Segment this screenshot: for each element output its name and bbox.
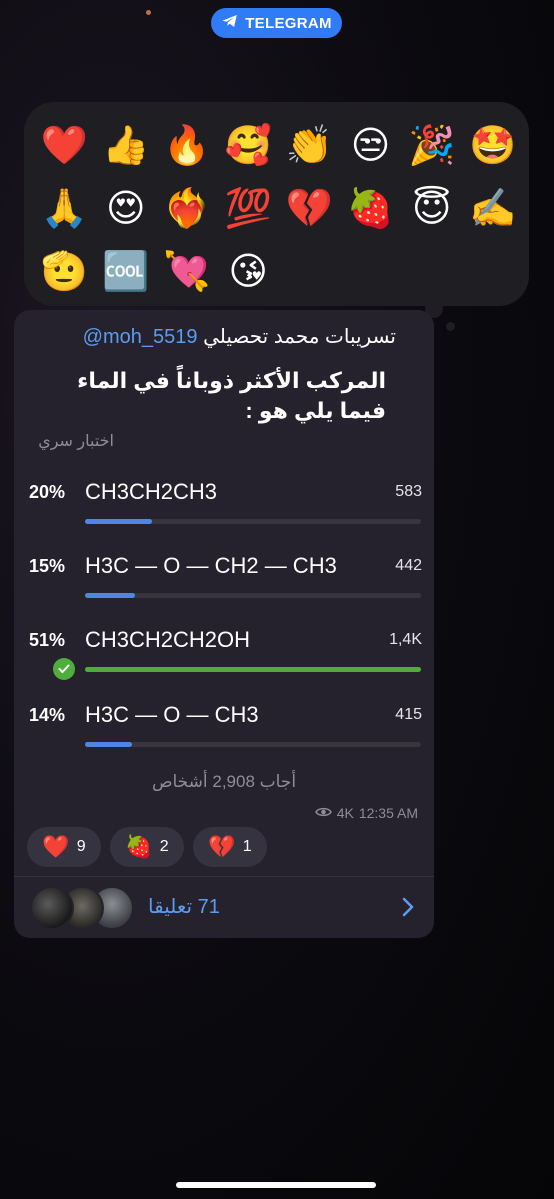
message-reactions: ❤️ 9 🍓 2 💔 1 [27,827,267,867]
option-progress-fill [85,519,153,524]
reaction-pill[interactable]: 🍓 2 [110,827,184,867]
reaction-option[interactable]: 💘 [156,240,217,303]
option-percent: 51% [29,630,66,650]
option-text: H3C — O — CH3 [85,702,259,727]
sender-name: تسريبات محمد تحصيلي [203,326,396,348]
reaction-pill[interactable]: 💔 1 [193,827,267,867]
option-text: CH3CH2CH3 [85,479,218,504]
option-text: CH3CH2CH2OH [85,627,251,652]
option-text: H3C — O — CH2 — CH3 [85,553,337,578]
reaction-option[interactable]: 😇 [401,177,462,240]
reaction-option[interactable]: 😘 [218,240,279,303]
poll-message[interactable]: تسريبات محمد تحصيلي moh_5519@ المركب الأ… [14,310,434,938]
chevron-right-icon [402,897,414,917]
correct-check-icon [53,658,75,680]
comments-button[interactable]: 71 تعليقا [14,877,434,938]
option-vote-count: 1,4K [389,631,422,648]
reaction-option[interactable]: 😍 [95,177,156,240]
poll-option[interactable]: 20% CH3CH2CH3 583 [14,479,434,542]
reaction-option[interactable]: 🎉 [401,114,462,177]
telegram-plane-icon [221,12,239,34]
option-progress-fill [85,593,136,598]
voters-count[interactable]: أجاب 2,908 أشخاص [14,772,434,792]
telegram-badge-label: TELEGRAM [245,14,332,32]
reaction-option[interactable]: 🔥 [156,114,217,177]
reaction-option[interactable]: 🙏 [34,177,95,240]
reaction-option[interactable]: 😒 [340,114,401,177]
sender-line[interactable]: تسريبات محمد تحصيلي moh_5519@ [83,324,396,349]
option-percent: 20% [29,482,66,502]
reaction-option[interactable]: 🆒 [95,240,156,303]
comments-count: 71 تعليقا [148,896,220,918]
avatar [30,886,74,930]
eye-icon [314,805,332,821]
reaction-option[interactable]: ✍️ [462,177,523,240]
reaction-picker: ❤️ 👍 🔥 🥰 👏 😒 🎉 🤩 🙏 😍 ❤️‍🔥 💯 💔 🍓 😇 ✍️ 🫡 🆒 💘 😘 [24,102,529,306]
option-progress-track [85,667,421,672]
option-progress-fill [85,667,421,672]
reaction-option[interactable]: 🥰 [218,114,279,177]
option-progress-fill [85,742,133,747]
option-percent: 14% [29,705,66,725]
option-vote-count: 415 [395,706,422,723]
reaction-emoji: 💔 [208,834,236,859]
reaction-emoji: ❤️ [42,834,70,859]
views-count: 4K [336,805,354,821]
reaction-option[interactable]: 💔 [279,177,340,240]
option-progress-track [85,593,421,598]
message-meta: 4K 12:35 AM [314,805,418,821]
option-progress-track [85,519,421,524]
reaction-option[interactable]: 👍 [95,114,156,177]
reaction-grid: ❤️ 👍 🔥 🥰 👏 😒 🎉 🤩 🙏 😍 ❤️‍🔥 💯 💔 🍓 😇 ✍️ 🫡 🆒 💘 😘 [34,114,524,303]
option-percent: 15% [29,556,66,576]
reaction-picker-tail-dot [446,322,455,331]
reaction-option[interactable]: 🫡 [34,240,95,303]
poll-option[interactable]: 51% CH3CH2CH2OH 1,4K [14,627,434,690]
reaction-option[interactable]: 🍓 [340,177,401,240]
poll-option[interactable]: 14% H3C — O — CH3 415 [14,702,434,765]
reaction-option[interactable]: 🤩 [462,114,523,177]
reaction-option[interactable]: 💯 [218,177,279,240]
message-time: 12:35 AM [358,805,418,821]
reaction-count: 9 [76,838,86,855]
reaction-option[interactable]: 👏 [279,114,340,177]
poll-option[interactable]: 15% H3C — O — CH2 — CH3 442 [14,553,434,616]
option-progress-track [85,742,421,747]
status-dot [146,10,151,15]
option-vote-count: 583 [395,483,422,500]
sender-handle[interactable]: moh_5519@ [83,326,198,348]
reaction-pill[interactable]: ❤️ 9 [27,827,101,867]
reaction-emoji: 🍓 [125,834,153,859]
option-vote-count: 442 [395,557,422,574]
home-indicator[interactable] [176,1182,376,1188]
reaction-option[interactable]: ❤️‍🔥 [156,177,217,240]
telegram-badge[interactable]: TELEGRAM [211,8,342,38]
reaction-count: 1 [242,838,252,855]
reaction-count: 2 [159,838,169,855]
poll-type-label: اختبار سري [38,433,114,450]
reaction-option[interactable]: ❤️ [34,114,95,177]
poll-question: المركب الأكثر ذوباناً في الماء فيما يلي … [77,368,386,423]
